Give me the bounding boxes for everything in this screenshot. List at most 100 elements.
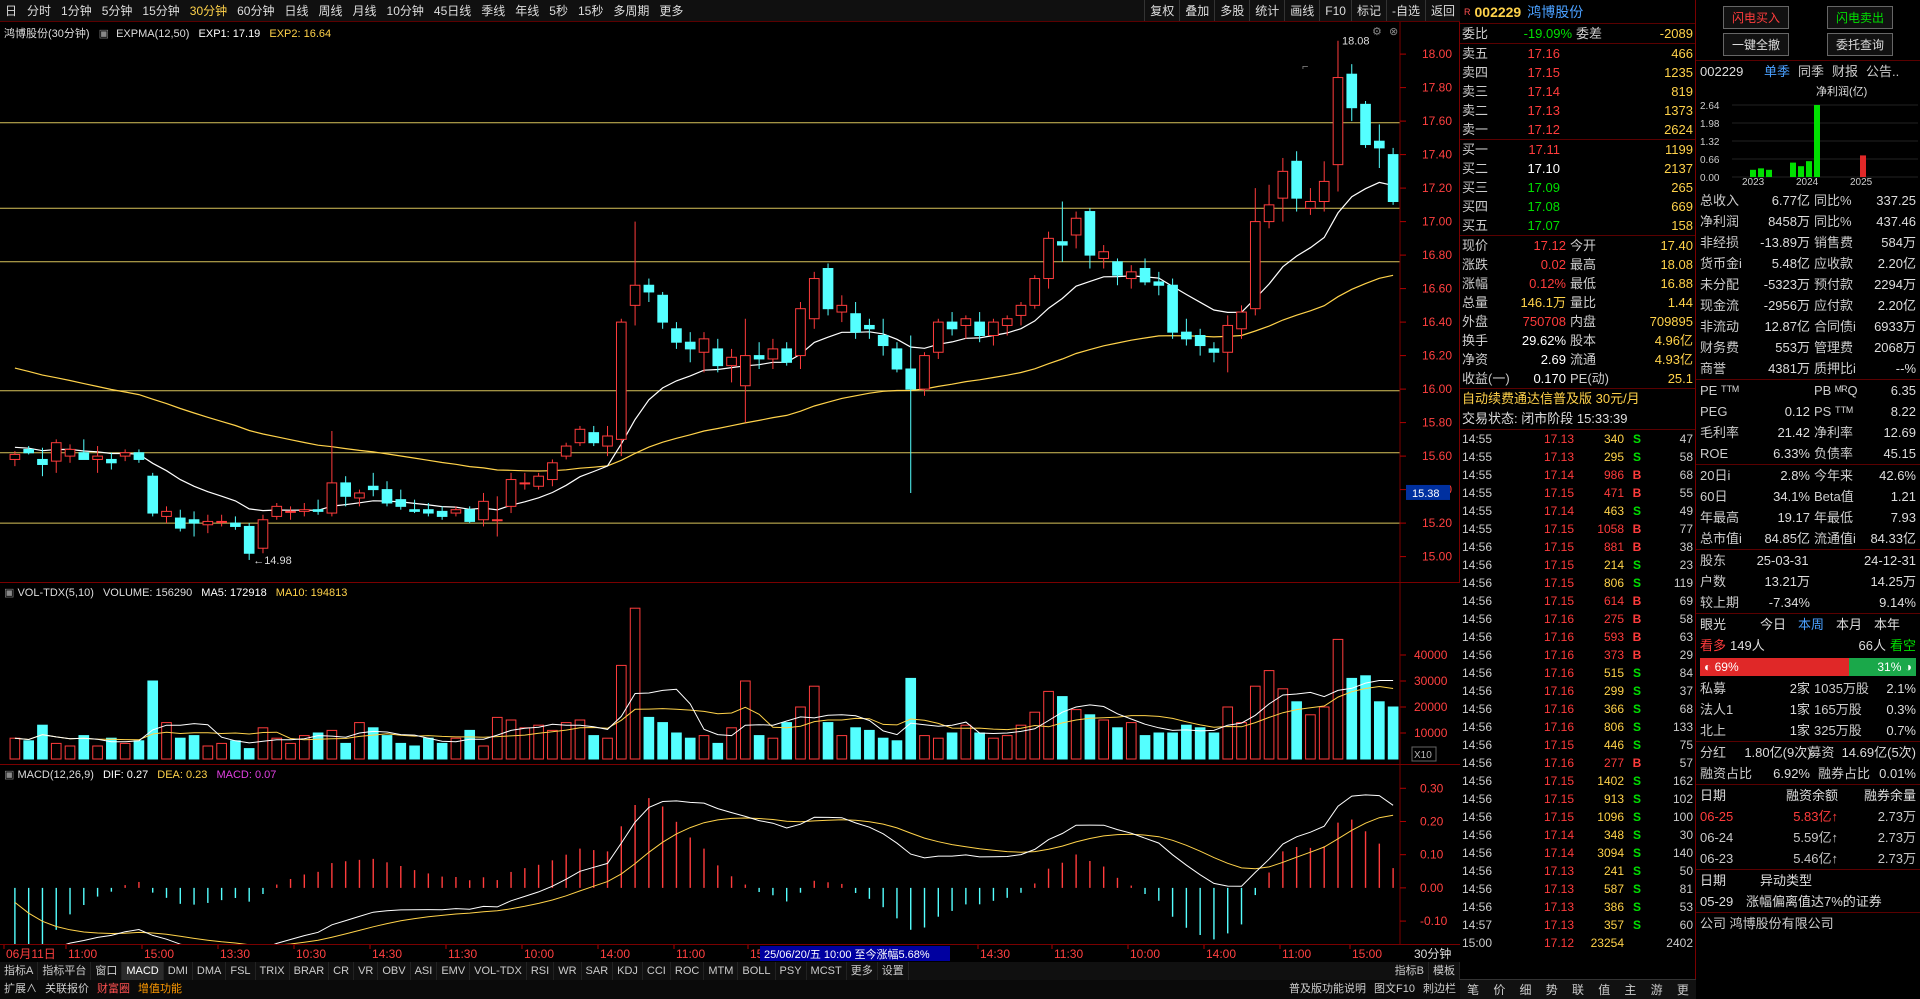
kline-panel[interactable]: 鸿博股份(30分钟) ▣ EXPMA(12,50) EXP1: 17.19 EX… xyxy=(0,22,1460,582)
candle-body[interactable] xyxy=(340,482,351,497)
tab-year[interactable]: 本年 xyxy=(1874,614,1912,635)
candle-body[interactable] xyxy=(588,432,600,444)
volume-bar[interactable] xyxy=(560,722,572,760)
volume-bar[interactable] xyxy=(271,737,283,760)
tab-announce[interactable]: 公告.. xyxy=(1866,61,1899,83)
candle-body[interactable] xyxy=(905,368,917,390)
candle-body[interactable] xyxy=(1194,335,1206,347)
bids-row[interactable]: 买一 17.11 1199 xyxy=(1460,140,1695,159)
indicator-tab-26[interactable]: 设置 xyxy=(878,962,909,980)
candle-body[interactable] xyxy=(133,452,145,460)
candle-body[interactable] xyxy=(684,341,696,350)
candle-body[interactable] xyxy=(326,482,338,514)
toolbar-button-1[interactable]: 叠加 xyxy=(1179,0,1214,21)
indicator-tab-20[interactable]: ROC xyxy=(671,962,705,980)
asks-row[interactable]: 卖五 17.16 466 xyxy=(1460,44,1695,63)
candle-body[interactable] xyxy=(381,489,393,504)
candle-body[interactable] xyxy=(1318,180,1330,202)
volume-bar[interactable] xyxy=(78,735,90,760)
ext-tab-0[interactable]: 扩展∧ xyxy=(0,980,41,999)
volume-bar[interactable] xyxy=(64,745,76,760)
tick-list[interactable]: 14:55 17.13 340 S 47 14:55 17.13 295 S 58 14:55 17.… xyxy=(1460,430,1695,952)
volume-bar[interactable] xyxy=(216,742,227,760)
ext-right-tab-2[interactable]: 刺边栏 xyxy=(1419,980,1460,999)
volume-bar[interactable] xyxy=(877,737,889,760)
candle-body[interactable] xyxy=(1029,278,1041,306)
macd-svg[interactable]: 0.30 0.20 0.10 0.00 -0.10 xyxy=(0,765,1460,945)
toolbar-button-8[interactable]: 返回 xyxy=(1424,0,1460,21)
candle-body[interactable] xyxy=(450,509,462,514)
asks-row[interactable]: 卖四 17.15 1235 xyxy=(1460,63,1695,82)
period-tab-12[interactable]: 季线 xyxy=(476,0,510,21)
indicator-tab-22[interactable]: BOLL xyxy=(738,962,776,980)
candle-body[interactable] xyxy=(298,509,310,512)
candle-body[interactable] xyxy=(795,308,806,357)
indicator-tab-23[interactable]: PSY xyxy=(776,962,807,980)
candle-body[interactable] xyxy=(1057,241,1068,246)
volume-bar[interactable] xyxy=(629,607,641,760)
volume-bar[interactable] xyxy=(960,724,972,760)
volume-bar[interactable] xyxy=(174,737,186,760)
period-tab-11[interactable]: 45日线 xyxy=(429,0,476,21)
candle-body[interactable] xyxy=(560,445,572,457)
candle-body[interactable] xyxy=(1112,261,1123,276)
candle-body[interactable] xyxy=(50,442,62,462)
volume-bar[interactable] xyxy=(753,735,765,760)
candle-body[interactable] xyxy=(243,525,255,554)
candle-body[interactable] xyxy=(271,505,283,517)
asks-row[interactable]: 卖一 17.12 2624 xyxy=(1460,120,1695,139)
flash-sell-button[interactable]: 闪电卖出 xyxy=(1826,6,1893,29)
period-tab-14[interactable]: 5秒 xyxy=(544,0,573,21)
volume-bar[interactable] xyxy=(1029,711,1041,760)
stock-name[interactable]: 鸿博股份 xyxy=(1527,2,1583,22)
indicator-tab-15[interactable]: RSI xyxy=(527,962,555,980)
candle-body[interactable] xyxy=(1236,311,1247,330)
indicator-tab-5[interactable]: DMA xyxy=(193,962,227,980)
period-tab-6[interactable]: 60分钟 xyxy=(232,0,279,21)
volume-bar[interactable] xyxy=(1112,727,1123,760)
candle-body[interactable] xyxy=(1084,211,1096,256)
candle-body[interactable] xyxy=(615,321,627,440)
candle-body[interactable] xyxy=(1125,271,1137,280)
volume-bar[interactable] xyxy=(1125,722,1137,760)
asks-row[interactable]: 卖二 17.13 1373 xyxy=(1460,101,1695,120)
candle-body[interactable] xyxy=(202,520,214,526)
quote-tab-1[interactable]: 价 xyxy=(1486,980,1512,999)
candle-body[interactable] xyxy=(64,448,76,457)
candle-body[interactable] xyxy=(1222,324,1234,353)
volume-bar[interactable] xyxy=(1084,714,1096,760)
ext-right-tab-0[interactable]: 普及版功能说明 xyxy=(1285,980,1370,999)
volume-bar[interactable] xyxy=(891,740,903,760)
volume-bar[interactable] xyxy=(312,732,324,760)
bids-row[interactable]: 买五 17.07 158 xyxy=(1460,216,1695,235)
indicator-tab-1[interactable]: 指标平台 xyxy=(38,962,92,980)
volume-bar[interactable] xyxy=(1153,732,1165,760)
volume-bar[interactable] xyxy=(1139,735,1151,760)
candle-body[interactable] xyxy=(436,510,448,517)
candle-body[interactable] xyxy=(1043,237,1054,280)
candle-body[interactable] xyxy=(946,321,958,330)
volume-bar[interactable] xyxy=(767,737,779,760)
candle-body[interactable] xyxy=(92,455,103,460)
candle-body[interactable] xyxy=(188,519,200,524)
candle-body[interactable] xyxy=(767,348,779,360)
volume-bar[interactable] xyxy=(230,740,241,760)
volume-bar[interactable] xyxy=(1222,706,1234,760)
period-tab-0[interactable]: 日 xyxy=(0,0,22,21)
volume-bar[interactable] xyxy=(119,742,131,760)
candle-body[interactable] xyxy=(106,458,117,464)
candle-body[interactable] xyxy=(1098,251,1110,259)
volume-bar[interactable] xyxy=(491,716,503,760)
candle-body[interactable] xyxy=(216,520,227,523)
volume-bar[interactable] xyxy=(436,742,448,760)
candle-body[interactable] xyxy=(1167,284,1178,333)
template-tab-1[interactable]: 模板 xyxy=(1429,962,1460,980)
candle-body[interactable] xyxy=(161,510,172,517)
event-row[interactable]: 05-29 涨幅偏离值达7%的证券 xyxy=(1696,891,1920,912)
quote-tab-0[interactable]: 笔 xyxy=(1460,980,1486,999)
tab-report[interactable]: 财报 xyxy=(1832,61,1858,83)
volume-bar[interactable] xyxy=(381,735,393,760)
order-query-button[interactable]: 委托查询 xyxy=(1826,33,1893,56)
candle-body[interactable] xyxy=(1291,160,1302,199)
quote-tab-7[interactable]: 游 xyxy=(1644,980,1670,999)
